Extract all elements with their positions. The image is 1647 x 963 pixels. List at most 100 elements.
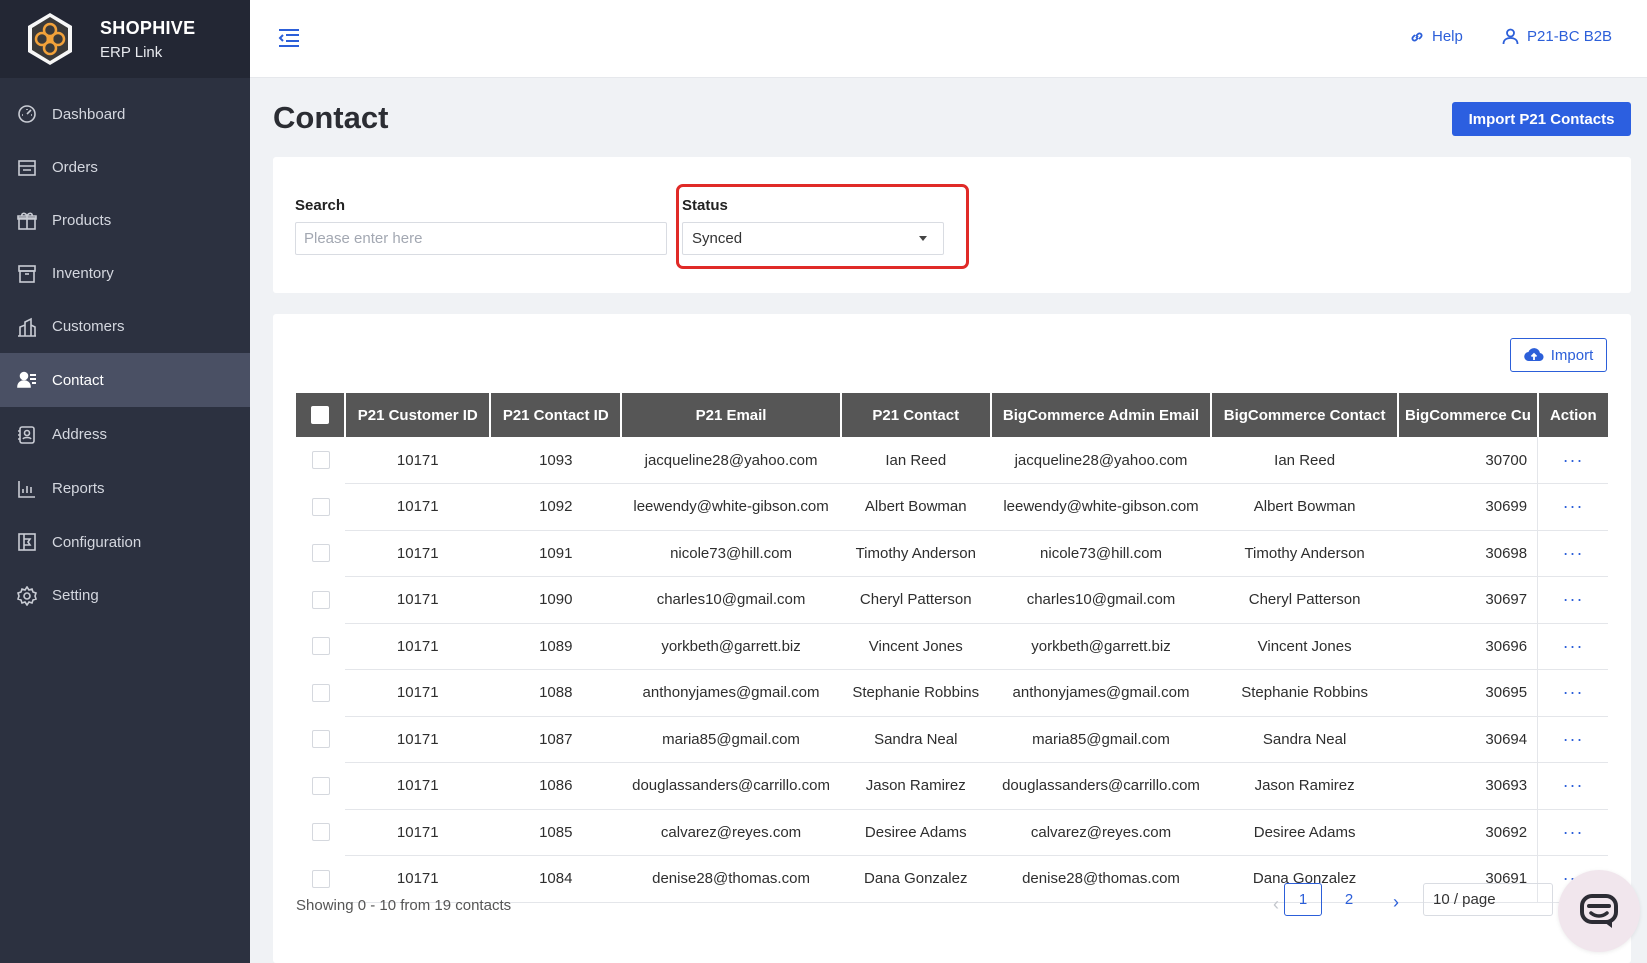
prev-page-icon[interactable]: ‹	[1273, 894, 1279, 915]
row-checkbox[interactable]	[311, 451, 330, 470]
row-action-menu[interactable]: ···	[1537, 530, 1608, 577]
row-checkbox[interactable]	[311, 637, 330, 656]
caret-down-icon	[919, 236, 927, 241]
brand[interactable]: SHOPHIVE ERP Link	[0, 0, 250, 78]
search-input[interactable]	[295, 222, 667, 255]
table-cell: Stephanie Robbins	[840, 669, 991, 717]
table-cell: charles10@gmail.com	[990, 576, 1212, 624]
table-body: 10171 1093 jacqueline28@yahoo.com Ian Reed j…	[296, 437, 1608, 903]
table-row[interactable]: 10171 1085 calvarez@reyes.com Desiree Adams…	[296, 809, 1608, 856]
status-select[interactable]: Synced	[682, 222, 944, 255]
row-checkbox[interactable]	[311, 590, 330, 609]
table-cell: 30692	[1398, 809, 1538, 856]
row-action-menu[interactable]: ···	[1537, 809, 1608, 856]
table-cell: Jason Ramirez	[1211, 762, 1399, 810]
sidebar-item-customers[interactable]: Customers	[0, 300, 250, 353]
row-checkbox[interactable]	[311, 823, 330, 842]
row-action-menu[interactable]: ···	[1537, 716, 1608, 763]
table-cell: douglassanders@carrillo.com	[990, 762, 1212, 810]
user-label: P21-BC B2B	[1527, 28, 1613, 45]
row-action-menu[interactable]: ···	[1537, 669, 1608, 717]
row-checkbox[interactable]	[311, 497, 330, 516]
help-label: Help	[1432, 28, 1463, 45]
row-action-menu[interactable]: ···	[1537, 437, 1608, 484]
table-cell: 10171	[345, 530, 491, 577]
sidebar-item-setting[interactable]: Setting	[0, 569, 250, 622]
import-label: Import	[1550, 346, 1594, 364]
row-action-menu[interactable]: ···	[1537, 762, 1608, 810]
sidebar-item-configuration[interactable]: Configuration	[0, 515, 250, 569]
address-icon	[16, 424, 38, 446]
search-label: Search	[295, 197, 346, 214]
status-label: Status	[682, 197, 728, 214]
page-button-2[interactable]: 2	[1330, 883, 1368, 916]
table-cell: Cheryl Patterson	[1211, 576, 1399, 624]
import-button[interactable]: Import	[1510, 338, 1607, 372]
sidebar: SHOPHIVE ERP Link Dashboard Orders Produ…	[0, 0, 250, 963]
sidebar-item-reports[interactable]: Reports	[0, 462, 250, 515]
row-action-menu[interactable]: ···	[1537, 576, 1608, 624]
page-size-select[interactable]: 10 / page	[1423, 883, 1553, 916]
table-row[interactable]: 10171 1091 nicole73@hill.com Timothy Anders…	[296, 530, 1608, 577]
sidebar-item-dashboard[interactable]: Dashboard	[0, 87, 250, 141]
table-cell: 30696	[1398, 623, 1538, 670]
table-cell: Albert Bowman	[840, 483, 991, 531]
table-cell: 10171	[345, 483, 491, 531]
table-cell: maria85@gmail.com	[621, 716, 841, 763]
row-checkbox[interactable]	[311, 544, 330, 563]
sidebar-item-address[interactable]: Address	[0, 407, 250, 462]
table-row[interactable]: 10171 1092 leewendy@white-gibson.com Albert…	[296, 483, 1608, 531]
column-header[interactable]: BigCommerce Admin Email	[990, 393, 1213, 437]
table-cell: maria85@gmail.com	[990, 716, 1212, 763]
table-cell: 1085	[490, 809, 622, 856]
row-checkbox[interactable]	[311, 869, 330, 888]
table-cell: 30695	[1398, 669, 1538, 717]
table-cell: anthonyjames@gmail.com	[621, 669, 841, 717]
row-action-menu[interactable]: ···	[1537, 623, 1608, 670]
status-select-value: Synced	[692, 230, 743, 247]
table-cell: leewendy@white-gibson.com	[621, 483, 841, 531]
table-row[interactable]: 10171 1089 yorkbeth@garrett.biz Vincent Jon…	[296, 623, 1608, 670]
table-row[interactable]: 10171 1093 jacqueline28@yahoo.com Ian Reed j…	[296, 437, 1608, 484]
column-header[interactable]: BigCommerce Cu	[1398, 393, 1539, 437]
user-icon	[1502, 28, 1519, 45]
sidebar-item-label: Reports	[52, 480, 105, 497]
column-header[interactable]: Action	[1537, 393, 1608, 437]
chat-widget-button[interactable]	[1558, 870, 1640, 952]
customers-icon	[16, 316, 38, 338]
column-header[interactable]: P21 Customer ID	[345, 393, 492, 437]
collapse-menu-icon[interactable]	[278, 28, 300, 48]
table-row[interactable]: 10171 1087 maria85@gmail.com Sandra Neal mar…	[296, 716, 1608, 763]
column-header[interactable]: BigCommerce Contact	[1211, 393, 1400, 437]
next-page-icon[interactable]: ›	[1393, 892, 1399, 913]
user-menu[interactable]: P21-BC B2B	[1502, 28, 1612, 45]
row-checkbox[interactable]	[311, 776, 330, 795]
table-row[interactable]: 10171 1090 charles10@gmail.com Cheryl Patte…	[296, 576, 1608, 624]
sidebar-item-contact[interactable]: Contact	[0, 353, 250, 407]
table-row[interactable]: 10171 1084 denise28@thomas.com Dana Gonzale…	[296, 855, 1608, 903]
row-action-menu[interactable]: ···	[1537, 483, 1608, 531]
table-row[interactable]: 10171 1086 douglassanders@carrillo.com Jaso…	[296, 762, 1608, 810]
dashboard-icon	[16, 103, 38, 125]
select-all-checkbox[interactable]	[311, 406, 330, 425]
table-cell: 10171	[345, 809, 491, 856]
sidebar-item-orders[interactable]: Orders	[0, 141, 250, 194]
column-header[interactable]: P21 Email	[621, 393, 842, 437]
table-cell: 1087	[490, 716, 622, 763]
row-checkbox[interactable]	[311, 730, 330, 749]
help-link[interactable]: Help	[1410, 28, 1463, 45]
sidebar-item-products[interactable]: Products	[0, 194, 250, 247]
table-row[interactable]: 10171 1088 anthonyjames@gmail.com Stephanie…	[296, 669, 1608, 717]
page-button-1[interactable]: 1	[1284, 883, 1322, 916]
table-cell: Sandra Neal	[840, 716, 991, 763]
sidebar-item-label: Customers	[52, 318, 125, 335]
row-checkbox[interactable]	[311, 683, 330, 702]
sidebar-item-inventory[interactable]: Inventory	[0, 247, 250, 300]
column-header[interactable]: P21 Contact ID	[490, 393, 623, 437]
column-header[interactable]: P21 Contact	[840, 393, 992, 437]
table-cell: 1092	[490, 483, 622, 531]
table-cell: 10171	[345, 623, 491, 670]
row-select-cell	[296, 670, 345, 717]
table-cell: Ian Reed	[1211, 437, 1399, 484]
import-p21-contacts-button[interactable]: Import P21 Contacts	[1452, 102, 1631, 136]
